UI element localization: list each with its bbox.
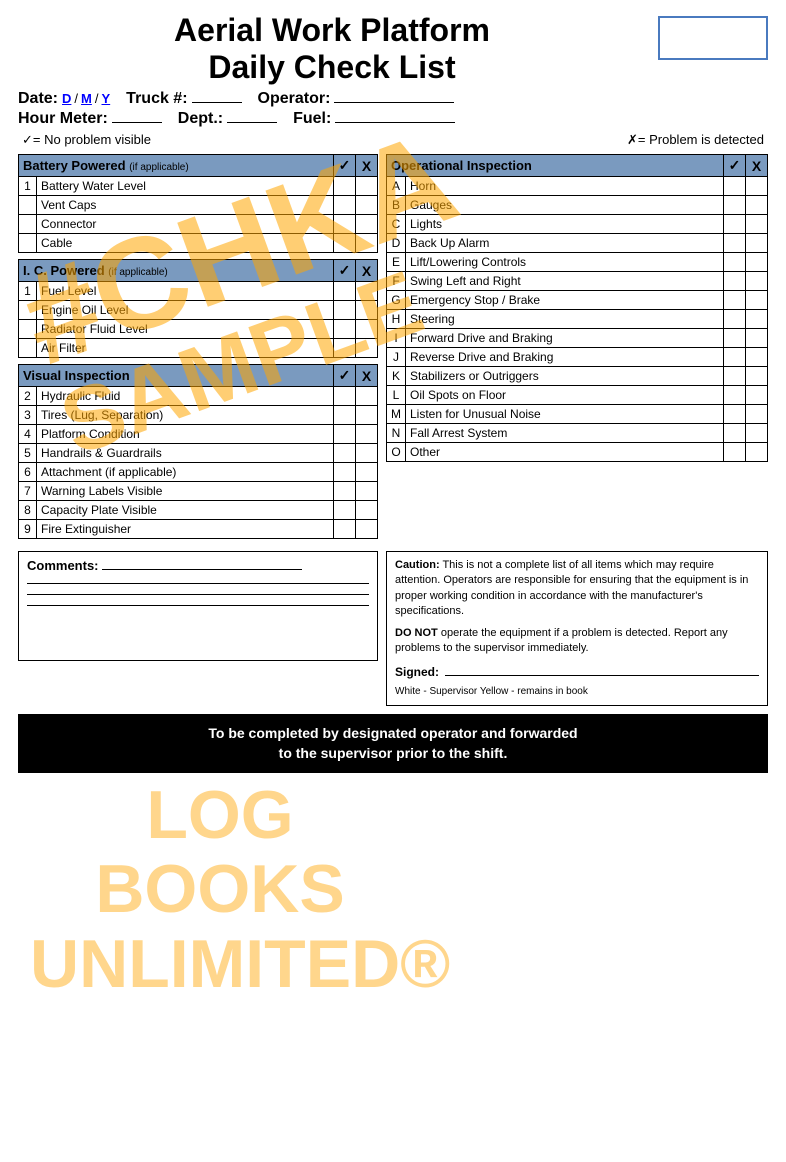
operational-title: Operational Inspection (391, 158, 532, 173)
table-row: 6 Attachment (if applicable) (19, 463, 378, 482)
operational-check-header: ✓ (724, 155, 746, 177)
logbooks-watermark: LOG BOOKS UNLIMITED® (30, 778, 410, 1002)
table-row: 1 Fuel Level (19, 282, 378, 301)
operational-x-header: X (746, 155, 768, 177)
date-label: Date: (18, 90, 58, 108)
table-row: 1 Battery Water Level (19, 177, 378, 196)
fields-row1: Date: D / M / Y Truck #: Operator: (18, 90, 768, 108)
table-row: B Gauges (387, 196, 768, 215)
table-row: J Reverse Drive and Braking (387, 348, 768, 367)
ic-check-header: ✓ (334, 260, 356, 282)
table-row: 8 Capacity Plate Visible (19, 501, 378, 520)
visual-check-header: ✓ (334, 365, 356, 387)
table-row: 9 Fire Extinguisher (19, 520, 378, 539)
table-row: D Back Up Alarm (387, 234, 768, 253)
hour-meter-label: Hour Meter: (18, 110, 108, 128)
table-row: H Steering (387, 310, 768, 329)
page-title: Aerial Work Platform Daily Check List (18, 12, 646, 86)
do-not-text: DO NOT operate the equipment if a proble… (395, 626, 759, 657)
legend-x: ✗= Problem is detected (627, 132, 764, 148)
visual-x-header: X (356, 365, 378, 387)
dept-label: Dept.: (178, 110, 223, 128)
fields-row2: Hour Meter: Dept.: Fuel: (18, 110, 768, 128)
comments-box[interactable]: Comments: (18, 551, 378, 661)
legend-check: ✓= No problem visible (22, 132, 151, 148)
caution-box: Caution: This is not a complete list of … (386, 551, 768, 706)
table-row: Air Filter (19, 339, 378, 358)
ic-title: I. C. Powered (23, 263, 105, 278)
legend-row: ✓= No problem visible ✗= Problem is dete… (18, 132, 768, 148)
table-row: G Emergency Stop / Brake (387, 291, 768, 310)
table-row: N Fall Arrest System (387, 424, 768, 443)
footer-line2: to the supervisor prior to the shift. (26, 744, 760, 764)
table-row: O Other (387, 443, 768, 462)
visual-table: Visual Inspection ✓ X 2 Hydraulic Fluid … (18, 364, 378, 539)
comments-label: Comments: (27, 558, 99, 573)
footer-banner: To be completed by designated operator a… (18, 714, 768, 773)
ic-x-header: X (356, 260, 378, 282)
table-row: A Horn (387, 177, 768, 196)
date-y: Y (102, 91, 111, 106)
table-row: M Listen for Unusual Noise (387, 405, 768, 424)
table-row: I Forward Drive and Braking (387, 329, 768, 348)
table-row: E Lift/Lowering Controls (387, 253, 768, 272)
visual-title: Visual Inspection (23, 368, 130, 383)
number-box[interactable] (658, 16, 768, 60)
left-column: Battery Powered (if applicable) ✓ X 1 Ba… (18, 154, 378, 545)
table-row: 4 Platform Condition (19, 425, 378, 444)
copy-line: White - Supervisor Yellow - remains in b… (395, 685, 759, 699)
truck-label: Truck #: (126, 90, 187, 108)
ic-table: I. C. Powered (if applicable) ✓ X 1 Fuel… (18, 259, 378, 358)
battery-subtitle: (if applicable) (129, 162, 188, 173)
fuel-label: Fuel: (293, 110, 331, 128)
right-column: Operational Inspection ✓ X A Horn B Gaug… (386, 154, 768, 545)
table-row: Connector (19, 215, 378, 234)
header: Aerial Work Platform Daily Check List (18, 12, 768, 86)
battery-x-header: X (356, 155, 378, 177)
table-row: 7 Warning Labels Visible (19, 482, 378, 501)
table-row: 5 Handrails & Guardrails (19, 444, 378, 463)
battery-title: Battery Powered (23, 158, 126, 173)
date-m: M (81, 91, 92, 106)
signed-label: Signed: (395, 664, 439, 681)
table-row: Cable (19, 234, 378, 253)
table-row: L Oil Spots on Floor (387, 386, 768, 405)
table-row: Vent Caps (19, 196, 378, 215)
caution-text: Caution: This is not a complete list of … (395, 558, 759, 620)
battery-check-header: ✓ (334, 155, 356, 177)
table-row: Engine Oil Level (19, 301, 378, 320)
table-row: K Stabilizers or Outriggers (387, 367, 768, 386)
operator-label: Operator: (258, 90, 331, 108)
ic-subtitle: (if applicable) (108, 267, 167, 278)
table-row: Radiator Fluid Level (19, 320, 378, 339)
operational-table: Operational Inspection ✓ X A Horn B Gaug… (386, 154, 768, 462)
table-row: 3 Tires (Lug, Separation) (19, 406, 378, 425)
battery-table: Battery Powered (if applicable) ✓ X 1 Ba… (18, 154, 378, 253)
table-row: F Swing Left and Right (387, 272, 768, 291)
date-d: D (62, 91, 71, 106)
table-row: C Lights (387, 215, 768, 234)
footer-line1: To be completed by designated operator a… (26, 724, 760, 744)
table-row: 2 Hydraulic Fluid (19, 387, 378, 406)
